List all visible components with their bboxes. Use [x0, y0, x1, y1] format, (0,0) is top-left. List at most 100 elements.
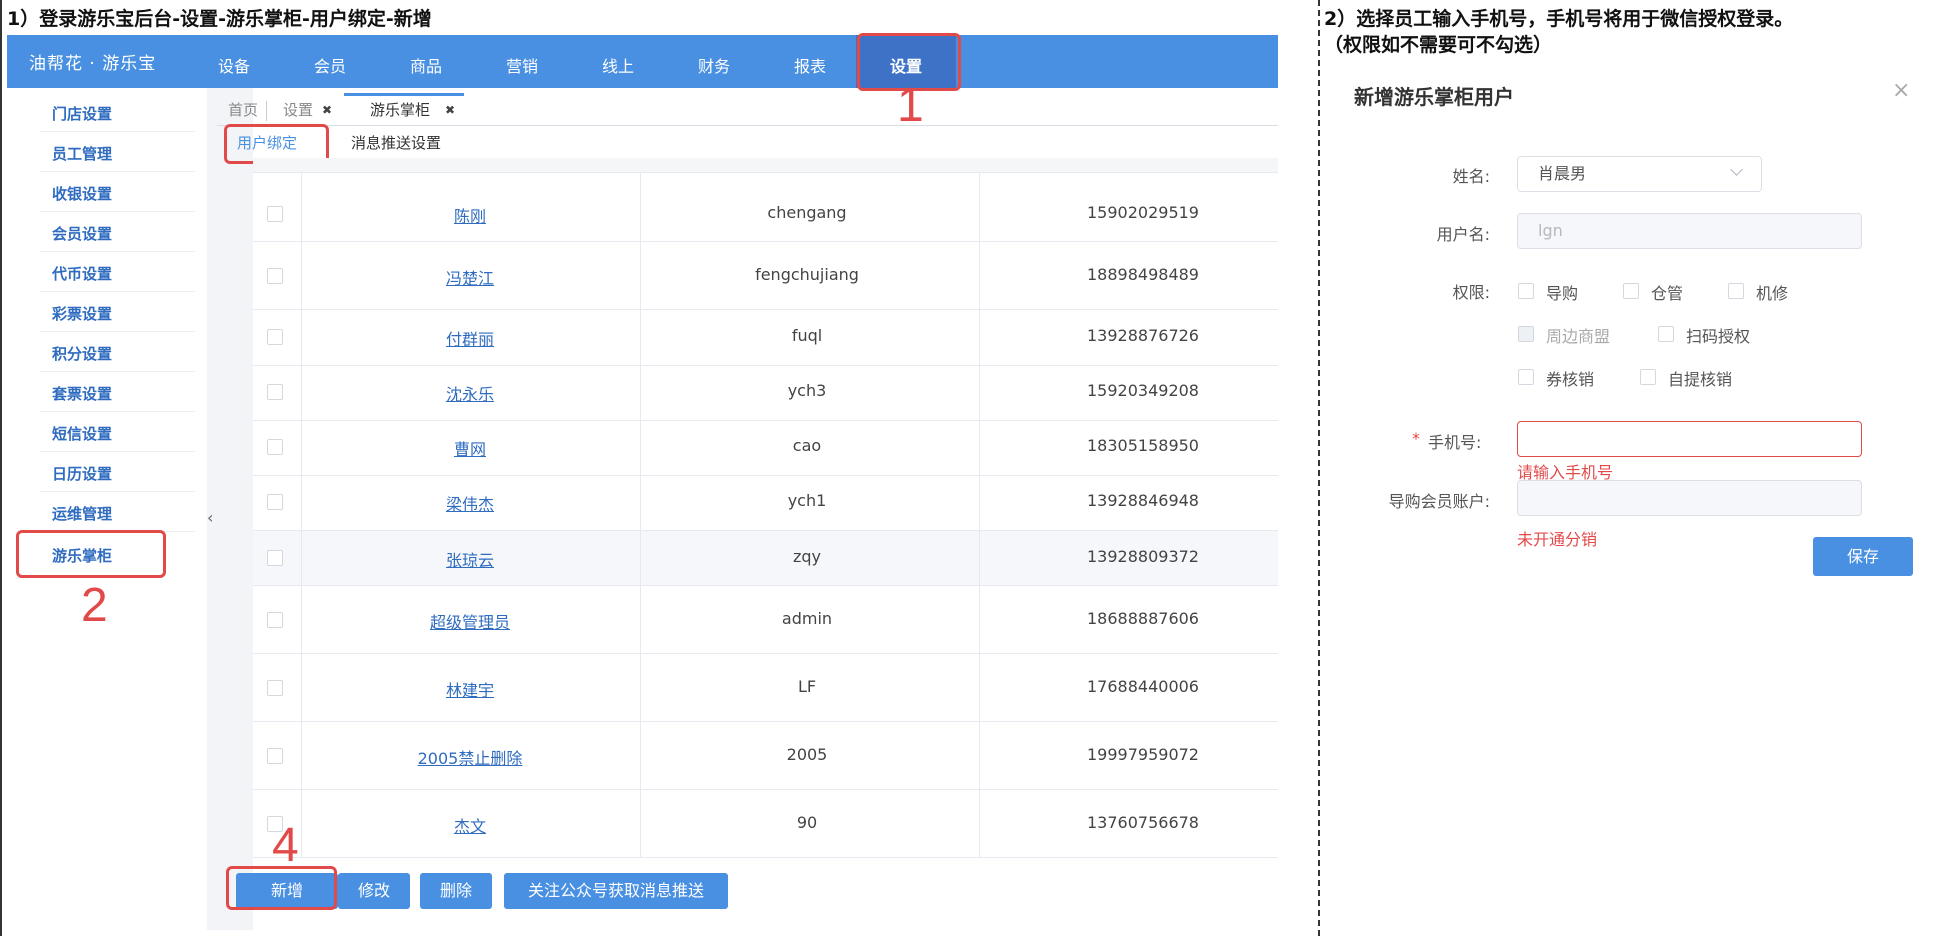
tab-separator [266, 101, 267, 121]
member-account-input[interactable] [1517, 480, 1862, 516]
phone-cell: 19997959072 [1087, 745, 1199, 764]
phone-cell: 18898498489 [1087, 265, 1199, 284]
user-name-link[interactable]: 付群丽 [370, 326, 570, 350]
delete-button[interactable]: 删除 [420, 873, 492, 909]
phone-label: 手机号: [1428, 433, 1482, 452]
member-account-label: 导购会员账户: [1388, 492, 1490, 511]
sidebar-divider [40, 451, 195, 452]
sidebar-divider [40, 251, 195, 252]
sidebar-divider [40, 331, 195, 332]
tab-manager[interactable]: 游乐掌柜 [370, 95, 430, 125]
tab-close-icon[interactable]: ✖ [445, 95, 455, 125]
nav-item-marketing[interactable]: 营销 [506, 53, 538, 77]
perm-checkbox-guide[interactable] [1518, 283, 1534, 299]
row-divider [253, 365, 1278, 366]
edit-button[interactable]: 修改 [338, 873, 410, 909]
perm-checkbox-warehouse[interactable] [1623, 283, 1639, 299]
sidebar-item-points[interactable]: 积分设置 [52, 343, 112, 364]
sidebar-divider [40, 491, 195, 492]
username-cell: 90 [796, 813, 818, 832]
sidebar-item-cashier[interactable]: 收银设置 [52, 183, 112, 204]
sidebar-item-store[interactable]: 门店设置 [52, 103, 112, 124]
sidebar-divider [40, 411, 195, 412]
row-checkbox[interactable] [267, 329, 283, 345]
perm-checkbox-alliance[interactable] [1518, 326, 1534, 342]
phone-cell: 17688440006 [1087, 677, 1199, 696]
row-checkbox[interactable] [267, 384, 283, 400]
nav-item-finance[interactable]: 财务 [698, 53, 730, 77]
top-nav-bar [7, 35, 1278, 88]
user-name-link[interactable]: 梁伟杰 [370, 491, 570, 515]
perm-checkbox-repair[interactable] [1728, 283, 1744, 299]
sidebar-item-token[interactable]: 代币设置 [52, 263, 112, 284]
sidebar-item-ops[interactable]: 运维管理 [52, 503, 112, 524]
phone-cell: 18305158950 [1087, 436, 1199, 455]
perm-checkbox-scan[interactable] [1658, 326, 1674, 342]
user-name-link[interactable]: 陈刚 [370, 203, 570, 227]
row-checkbox[interactable] [267, 748, 283, 764]
user-name-link[interactable]: 超级管理员 [370, 609, 570, 633]
user-name-link[interactable]: 沈永乐 [370, 381, 570, 405]
row-checkbox[interactable] [267, 206, 283, 222]
sidebar-item-sms[interactable]: 短信设置 [52, 423, 112, 444]
phone-cell: 18688887606 [1087, 609, 1199, 628]
username-cell: 2005 [786, 745, 828, 764]
table-header [253, 158, 1278, 173]
subtab-message-push[interactable]: 消息推送设置 [351, 132, 441, 153]
nav-item-member[interactable]: 会员 [314, 53, 346, 77]
dashed-divider [1318, 0, 1320, 936]
tab-close-icon[interactable]: ✖ [322, 95, 332, 125]
perm-checkbox-coupon[interactable] [1518, 369, 1534, 385]
nav-item-online[interactable]: 线上 [602, 53, 634, 77]
nav-item-equipment[interactable]: 设备 [218, 53, 250, 77]
user-name-link[interactable]: 冯楚江 [370, 265, 570, 289]
annotation-number-4: 4 [272, 819, 299, 872]
step2-title-line2: （权限如不需要可不勾选） [1324, 34, 1553, 56]
tab-settings[interactable]: 设置 [283, 95, 313, 125]
phone-cell: 13760756678 [1087, 813, 1199, 832]
sidebar-item-member[interactable]: 会员设置 [52, 223, 112, 244]
phone-input[interactable] [1517, 421, 1862, 457]
user-name-link[interactable]: 林建宇 [370, 677, 570, 701]
username-cell: zqy [792, 547, 822, 566]
user-name-link[interactable]: 2005禁止删除 [370, 745, 570, 769]
sidebar-item-calendar[interactable]: 日历设置 [52, 463, 112, 484]
row-divider [253, 857, 1278, 858]
username-input-value: lgn [1538, 221, 1563, 240]
tab-home[interactable]: 首页 [228, 95, 258, 125]
row-checkbox[interactable] [267, 268, 283, 284]
sidebar-item-lottery[interactable]: 彩票设置 [52, 303, 112, 324]
user-name-link[interactable]: 张琼云 [370, 547, 570, 571]
row-divider [253, 653, 1278, 654]
row-checkbox[interactable] [267, 680, 283, 696]
row-checkbox[interactable] [267, 494, 283, 510]
sidebar-item-package[interactable]: 套票设置 [52, 383, 112, 404]
row-checkbox[interactable] [267, 439, 283, 455]
sidebar-item-staff[interactable]: 员工管理 [52, 143, 112, 164]
sidebar-divider [40, 291, 195, 292]
username-cell: ych1 [787, 491, 827, 510]
user-name-link[interactable]: 曹网 [370, 436, 570, 460]
username-input[interactable]: lgn [1517, 213, 1862, 249]
row-checkbox[interactable] [267, 550, 283, 566]
username-cell: LF [797, 677, 817, 696]
close-icon[interactable]: × [1892, 78, 1910, 103]
username-cell: ych3 [787, 381, 827, 400]
phone-cell: 13928809372 [1087, 547, 1199, 566]
username-cell: fuql [791, 326, 823, 345]
nav-item-goods[interactable]: 商品 [410, 53, 442, 77]
collapse-arrow-icon[interactable]: ‹ [207, 508, 213, 527]
save-button[interactable]: 保存 [1813, 537, 1913, 576]
sidebar-divider [40, 211, 195, 212]
row-checkbox[interactable] [267, 612, 283, 628]
name-select[interactable]: 肖晨男 [1517, 156, 1762, 192]
perm-checkbox-pickup[interactable] [1640, 369, 1656, 385]
user-name-link[interactable]: 杰文 [370, 813, 570, 837]
brand-logo: 油帮花 · 游乐宝 [29, 54, 157, 74]
nav-item-report[interactable]: 报表 [794, 53, 826, 77]
phone-cell: 13928846948 [1087, 491, 1199, 510]
follow-wechat-button[interactable]: 关注公众号获取消息推送 [504, 873, 728, 909]
column-divider [640, 172, 641, 857]
username-cell: cao [792, 436, 822, 455]
row-divider [253, 309, 1278, 310]
